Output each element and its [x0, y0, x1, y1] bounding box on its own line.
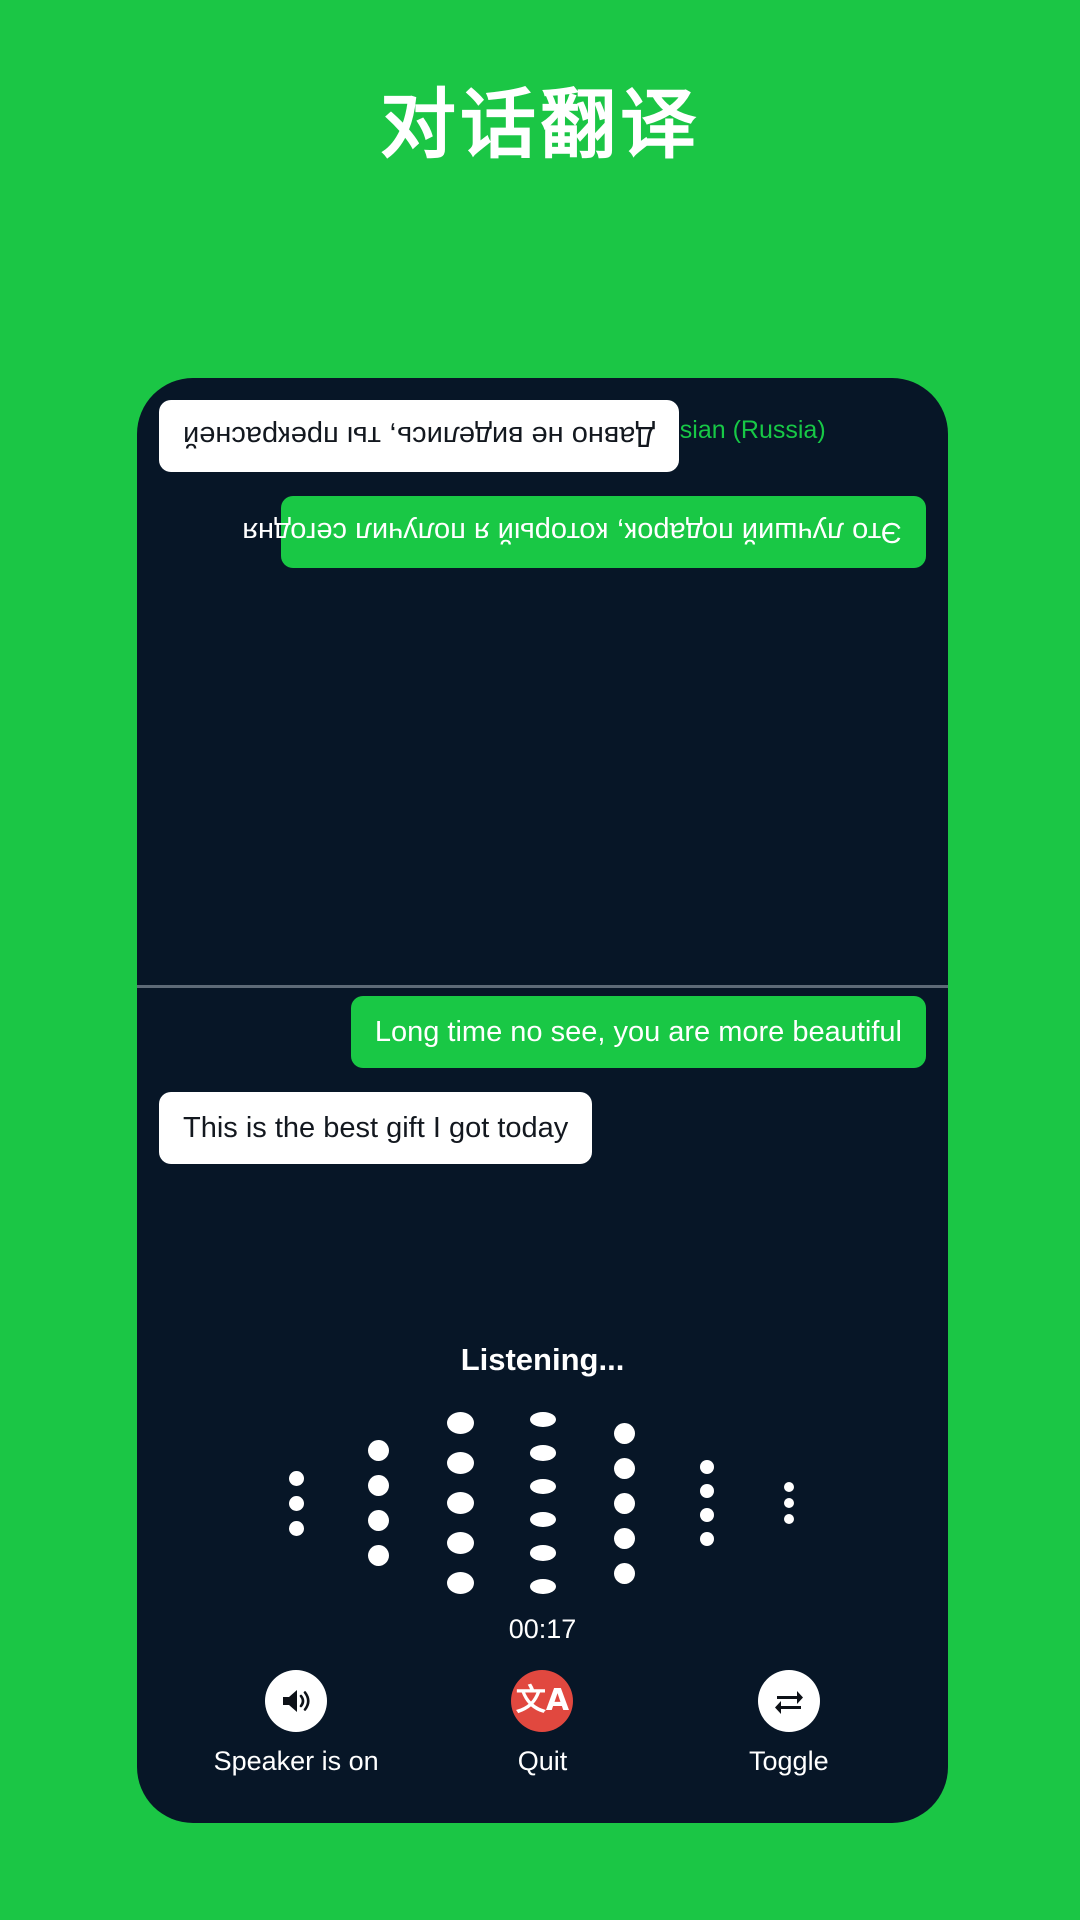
waveform-dot — [368, 1475, 389, 1496]
waveform-dot — [368, 1545, 389, 1566]
toggle-control-label: Toggle — [749, 1746, 829, 1776]
waveform-dot — [368, 1440, 389, 1461]
waveform-dot — [529, 1412, 556, 1428]
speaker-control[interactable]: Speaker is on — [186, 1670, 406, 1777]
audio-waveform — [137, 1403, 948, 1603]
waveform-dot — [614, 1457, 635, 1479]
toggle-swap-icon[interactable] — [757, 1670, 820, 1732]
waveform-dot — [447, 1452, 474, 1474]
waveform-dot — [447, 1492, 474, 1514]
recording-timer: 00:17 — [508, 1614, 577, 1644]
message-row: Это лучший подарок, который я получил се… — [159, 496, 926, 569]
remote-conversation-pane: Это лучший подарок, который я получил се… — [137, 378, 948, 986]
listening-status: Listening... — [460, 1342, 625, 1377]
waveform-dot — [699, 1508, 714, 1522]
waveform-dot — [529, 1545, 556, 1561]
local-conversation-pane: Long time no see, you are more beautiful… — [137, 996, 948, 1165]
waveform-column — [584, 1403, 666, 1603]
remote-message-list: Это лучший подарок, который я получил се… — [137, 378, 948, 569]
quit-control[interactable]: 文A Quit — [432, 1670, 652, 1777]
waveform-dot — [447, 1572, 474, 1594]
waveform-column — [256, 1403, 338, 1603]
message-row: Давно не виделись, ты прекрасней — [159, 400, 926, 473]
waveform-dot — [368, 1510, 389, 1531]
waveform-dot — [447, 1532, 474, 1554]
translate-icon[interactable]: 文A — [511, 1670, 574, 1732]
pane-divider — [137, 985, 948, 988]
waveform-dot — [289, 1470, 304, 1486]
message-bubble-remote-source[interactable]: Давно не виделись, ты прекрасней — [159, 400, 680, 473]
quit-control-label: Quit — [517, 1746, 568, 1776]
waveform-dot — [614, 1492, 635, 1514]
waveform-column — [420, 1403, 502, 1603]
waveform-dot — [447, 1412, 474, 1434]
waveform-dot — [783, 1498, 794, 1508]
control-bar: Speaker is on 文A Quit Toggle — [137, 1670, 948, 1777]
message-bubble-remote-translated[interactable]: Это лучший подарок, который я получил се… — [242, 496, 926, 569]
waveform-dot — [289, 1520, 304, 1536]
message-bubble-local-incoming[interactable]: This is the best gift I got today — [159, 1092, 593, 1165]
waveform-dot — [614, 1422, 635, 1444]
message-bubble-local-outgoing[interactable]: Long time no see, you are more beautiful — [350, 996, 926, 1069]
waveform-dot — [289, 1495, 304, 1511]
page-title: 对话翻译 — [380, 83, 700, 168]
message-row: Long time no see, you are more beautiful — [159, 996, 926, 1069]
waveform-dot — [614, 1527, 635, 1549]
waveform-dot — [699, 1484, 714, 1498]
toggle-control[interactable]: Toggle — [679, 1670, 899, 1777]
waveform-dot — [529, 1512, 556, 1528]
app-root: 对话翻译 English (United States) Russian (Ru… — [0, 0, 1080, 1920]
waveform-dot — [699, 1460, 714, 1474]
waveform-dot — [529, 1445, 556, 1461]
conversation-card: English (United States) Russian (Russia)… — [137, 378, 948, 1823]
waveform-dot — [529, 1478, 556, 1494]
waveform-column — [666, 1403, 748, 1603]
translate-glyph: 文A — [515, 1683, 570, 1718]
waveform-column — [748, 1403, 830, 1603]
message-row: This is the best gift I got today — [159, 1092, 926, 1165]
waveform-dot — [529, 1578, 556, 1594]
waveform-column — [338, 1403, 420, 1603]
speaker-on-icon[interactable] — [265, 1670, 328, 1732]
waveform-dot — [614, 1562, 635, 1584]
waveform-dot — [783, 1482, 794, 1492]
waveform-dot — [783, 1514, 794, 1524]
speaker-control-label: Speaker is on — [213, 1746, 379, 1776]
waveform-column — [502, 1403, 584, 1603]
waveform-dot — [699, 1532, 714, 1546]
